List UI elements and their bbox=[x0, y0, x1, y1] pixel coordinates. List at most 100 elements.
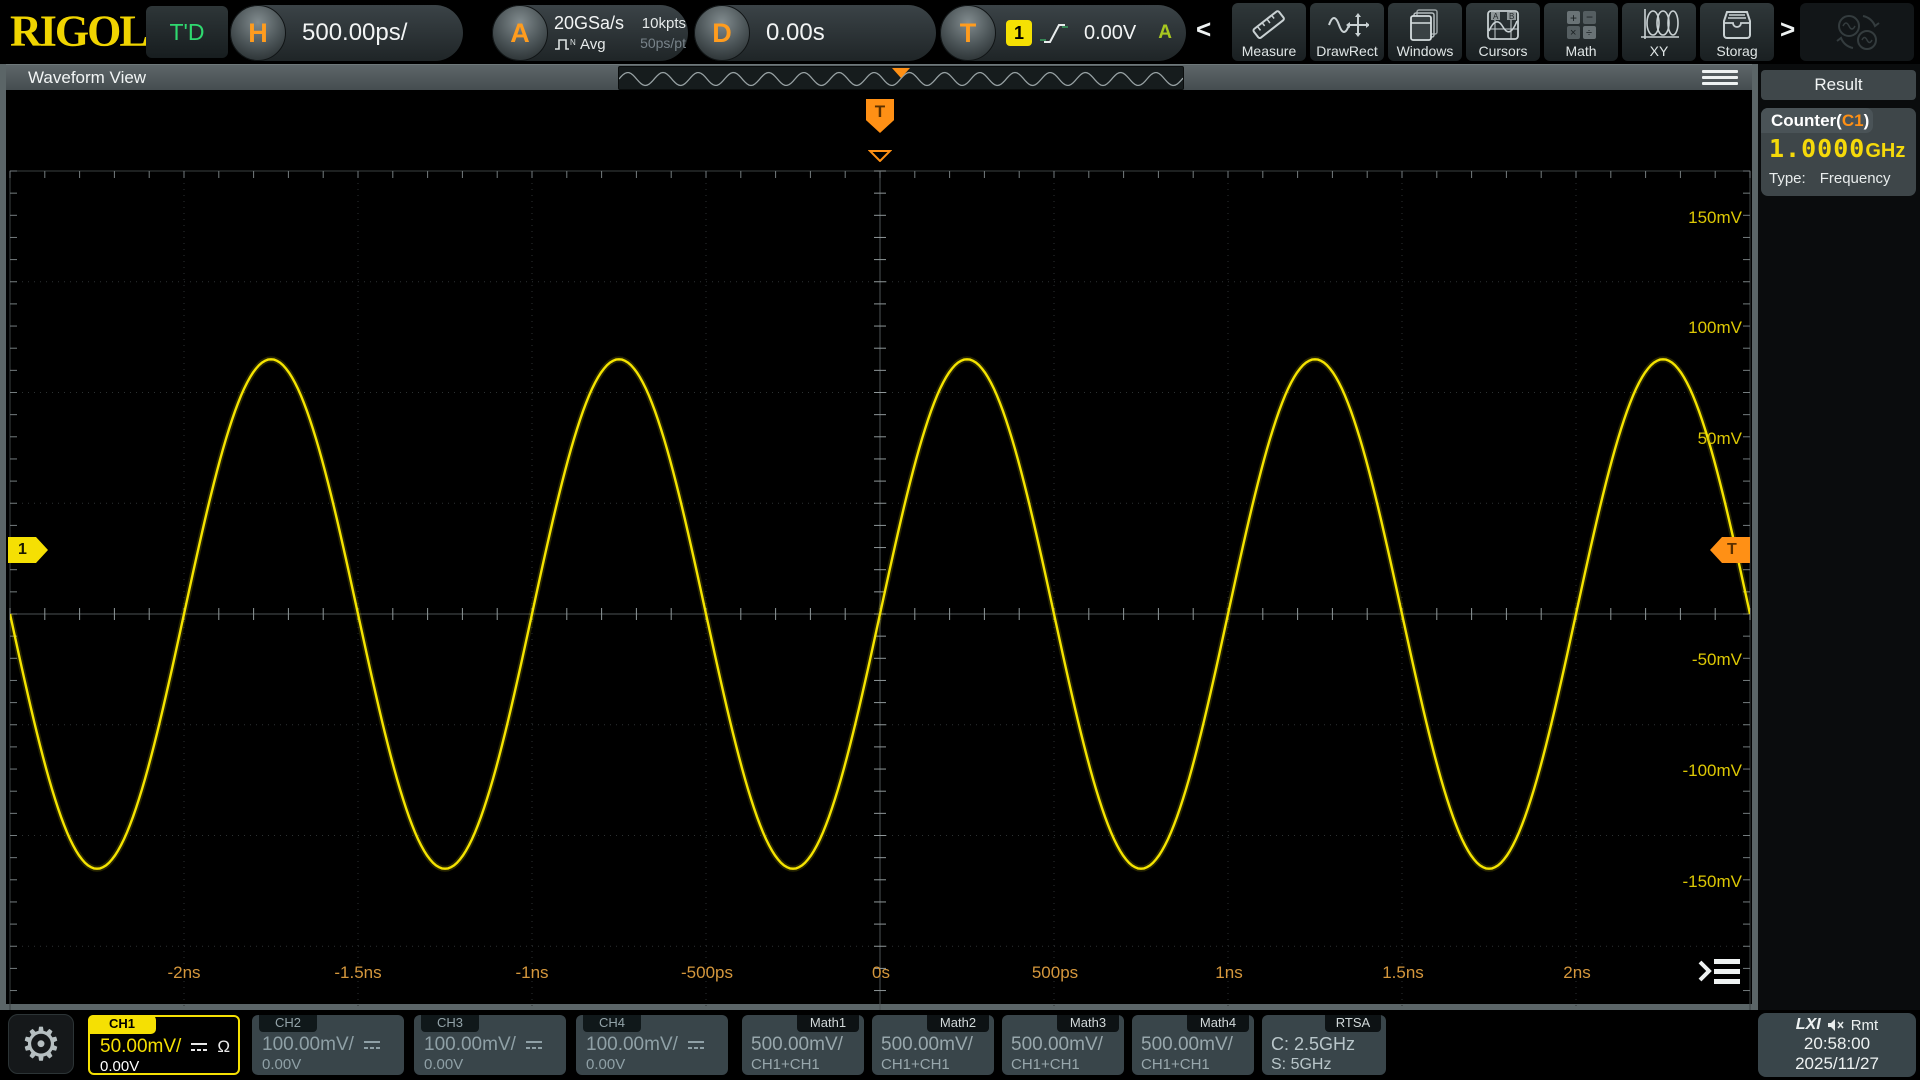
counter-result-card[interactable]: Counter(C1) 1.0000GHz Type: Frequency bbox=[1761, 108, 1916, 196]
math2-scale: 500.00mV/ bbox=[881, 1034, 973, 1055]
measure-button[interactable]: Measure bbox=[1232, 3, 1306, 61]
counter-value: 1.0000GHz bbox=[1769, 134, 1906, 163]
math4-scale: 500.00mV/ bbox=[1141, 1034, 1233, 1055]
coupling-icon bbox=[191, 1042, 208, 1051]
windows-button[interactable]: Windows bbox=[1388, 3, 1462, 61]
avg-icon: N bbox=[555, 38, 576, 50]
coupling-icon bbox=[687, 1040, 704, 1049]
result-panel-title: Result bbox=[1761, 70, 1916, 100]
h-knob[interactable]: H bbox=[230, 5, 286, 61]
math-box-math4[interactable]: Math4 500.00mV/ CH1+CH1 bbox=[1132, 1015, 1254, 1075]
math3-scale: 500.00mV/ bbox=[1011, 1034, 1103, 1055]
lxi-label: LXI bbox=[1795, 1016, 1821, 1033]
measure-icon bbox=[1252, 10, 1285, 39]
sample-interval: 50ps/pt bbox=[640, 35, 686, 51]
ch4-offset: 0.00V bbox=[586, 1056, 626, 1073]
storage-button[interactable]: Storag bbox=[1700, 3, 1774, 61]
channel-box-ch3[interactable]: CH3 100.00mV/ 0.00V bbox=[414, 1015, 566, 1075]
status-box[interactable]: LXI Rmt 20:58:00 2025/11/27 bbox=[1758, 1013, 1916, 1077]
t-knob[interactable]: T bbox=[940, 5, 996, 61]
drawrect-button[interactable]: DrawRect bbox=[1310, 3, 1384, 61]
coupling-icon bbox=[363, 1040, 380, 1049]
math3-expr: CH1+CH1 bbox=[1011, 1056, 1080, 1073]
horizontal-scale-pill[interactable]: H 500.00ps/ bbox=[230, 5, 463, 61]
channel-box-ch4[interactable]: CH4 100.00mV/ 0.00V bbox=[576, 1015, 728, 1075]
storage-icon bbox=[1723, 11, 1751, 39]
ch1-impedance: Ω bbox=[217, 1037, 231, 1056]
svg-text:÷: ÷ bbox=[1586, 27, 1592, 39]
ch3-tab: CH3 bbox=[421, 1015, 479, 1032]
channel-box-ch1[interactable]: CH1 50.00mV/ Ω 0.00V bbox=[88, 1015, 240, 1075]
math2-tab: Math2 bbox=[927, 1015, 989, 1032]
counter-type: Type: Frequency bbox=[1769, 170, 1891, 187]
waveform-view-title: Waveform View bbox=[28, 68, 147, 87]
math-box-math3[interactable]: Math3 500.00mV/ CH1+CH1 bbox=[1002, 1015, 1124, 1075]
toolbar-scroll-right[interactable]: > bbox=[1780, 14, 1795, 45]
math-box-math2[interactable]: Math2 500.00mV/ CH1+CH1 bbox=[872, 1015, 994, 1075]
math1-tab: Math1 bbox=[797, 1015, 859, 1032]
remote-label: Rmt bbox=[1850, 1016, 1879, 1034]
d-knob[interactable]: D bbox=[694, 5, 750, 61]
system-menu-button[interactable]: ⚙ bbox=[8, 1014, 74, 1074]
svg-text:A: A bbox=[1493, 12, 1499, 21]
counter-card-tab: Counter(C1) bbox=[1761, 108, 1873, 133]
waveform-sync-button[interactable] bbox=[1800, 3, 1914, 61]
gear-icon: ⚙ bbox=[20, 1018, 62, 1070]
toolbar-scroll-left[interactable]: < bbox=[1196, 14, 1211, 45]
math4-tab: Math4 bbox=[1187, 1015, 1249, 1032]
h-scale-value: 500.00ps/ bbox=[302, 19, 408, 46]
svg-text:B: B bbox=[1509, 12, 1514, 21]
svg-text:N: N bbox=[570, 38, 576, 47]
horizontal-offset-pill[interactable]: D 0.00s bbox=[694, 5, 936, 61]
math3-tab: Math3 bbox=[1057, 1015, 1119, 1032]
speaker-muted-icon bbox=[1827, 1019, 1844, 1031]
result-panel: Result Counter(C1) 1.0000GHz Type: Freque… bbox=[1758, 64, 1920, 1010]
xy-button[interactable]: XY bbox=[1622, 3, 1696, 61]
graticule-and-trace bbox=[9, 170, 1751, 1058]
clock-time: 20:58:00 bbox=[1803, 1034, 1871, 1053]
waveform-sync-icon bbox=[1836, 15, 1880, 50]
ch2-offset: 0.00V bbox=[262, 1056, 302, 1073]
drawrect-icon bbox=[1328, 13, 1369, 37]
grid-menu-icon[interactable] bbox=[1694, 952, 1746, 990]
trigger-position-outline-icon bbox=[868, 150, 892, 162]
h-offset-value: 0.00s bbox=[766, 19, 825, 46]
channel-box-ch2[interactable]: CH2 100.00mV/ 0.00V bbox=[252, 1015, 404, 1075]
ch2-scale: 100.00mV/ bbox=[262, 1034, 354, 1055]
cursors-icon: A B bbox=[1487, 10, 1519, 40]
waveform-window: Waveform View bbox=[0, 64, 1758, 1058]
rigol-logo: RIGOL bbox=[10, 5, 149, 56]
window-position-marker[interactable] bbox=[892, 68, 910, 78]
bottom-bar: ⚙ CH1 50.00mV/ Ω 0.00V CH2 100.00mV/ 0.0… bbox=[0, 1010, 1920, 1080]
rtsa-span: S: 5GHz bbox=[1271, 1056, 1332, 1073]
svg-text:−: − bbox=[1586, 10, 1593, 24]
slope-icon bbox=[1040, 24, 1068, 43]
top-bar: RIGOL T'D H 500.00ps/ A 20GSa/s N Avg 10… bbox=[0, 0, 1920, 64]
math-button[interactable]: + − × ÷ Math bbox=[1544, 3, 1618, 61]
acquisition-pill[interactable]: A 20GSa/s N Avg 10kpts 50ps/pt bbox=[492, 5, 688, 61]
ch2-tab: CH2 bbox=[259, 1015, 317, 1032]
ch1-offset: 0.00V bbox=[100, 1058, 140, 1075]
ch3-scale: 100.00mV/ bbox=[424, 1034, 516, 1055]
math1-scale: 500.00mV/ bbox=[751, 1034, 843, 1055]
horizontal-position-strip[interactable] bbox=[618, 66, 1184, 90]
math-box-math1[interactable]: Math1 500.00mV/ CH1+CH1 bbox=[742, 1015, 864, 1075]
math-icon: + − × ÷ bbox=[1567, 10, 1596, 39]
counter-source: C1 bbox=[1841, 110, 1864, 130]
math2-expr: CH1+CH1 bbox=[881, 1056, 950, 1073]
sample-rate: 20GSa/s bbox=[554, 13, 625, 33]
cursors-button[interactable]: A B Cursors bbox=[1466, 3, 1540, 61]
hamburger-menu-icon[interactable] bbox=[1702, 70, 1738, 86]
ch1-scale: 50.00mV/ bbox=[100, 1036, 182, 1057]
rtsa-box[interactable]: RTSA C: 2.5GHz S: 5GHz bbox=[1262, 1015, 1386, 1075]
trigger-source-badge: 1 bbox=[1006, 20, 1032, 46]
coupling-icon bbox=[525, 1040, 542, 1049]
ch3-offset: 0.00V bbox=[424, 1056, 464, 1073]
oscilloscope-screen: RIGOL T'D H 500.00ps/ A 20GSa/s N Avg 10… bbox=[0, 0, 1920, 1080]
math1-expr: CH1+CH1 bbox=[751, 1056, 820, 1073]
windows-icon bbox=[1410, 9, 1438, 41]
rtsa-center-freq: C: 2.5GHz bbox=[1271, 1034, 1356, 1054]
a-knob[interactable]: A bbox=[492, 5, 548, 61]
acq-mode: Avg bbox=[580, 36, 606, 53]
trigger-pill[interactable]: T 1 0.00V A bbox=[940, 5, 1186, 61]
